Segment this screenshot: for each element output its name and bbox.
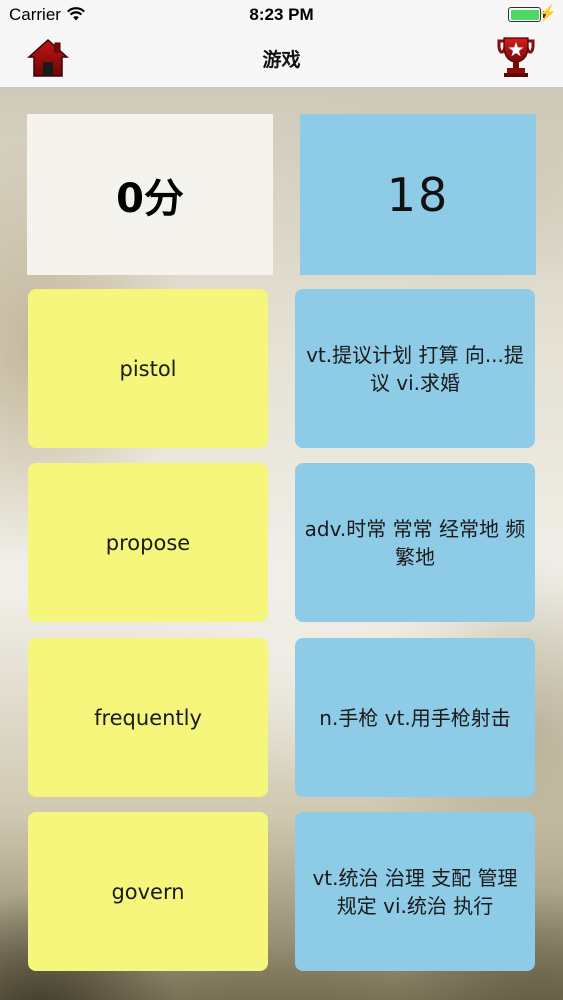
definition-text: n.手枪 vt.用手枪射击 xyxy=(319,705,511,730)
trophy-icon[interactable] xyxy=(495,35,537,79)
definition-card[interactable]: vt.统治 治理 支配 管理 规定 vi.统治 执行 xyxy=(295,812,535,971)
countdown-timer: 18 xyxy=(300,114,536,275)
charging-icon: ⚡ xyxy=(538,5,557,22)
score-display: 0分 xyxy=(27,114,273,275)
navigation-bar: 游戏 xyxy=(0,30,563,88)
word-card[interactable]: govern xyxy=(28,812,268,971)
timer-value: 18 xyxy=(386,167,450,222)
battery-full-icon xyxy=(508,7,541,22)
clock: 8:23 PM xyxy=(249,5,314,24)
word-label: pistol xyxy=(119,356,177,381)
word-card[interactable]: propose xyxy=(28,463,268,622)
score-value: 0分 xyxy=(116,175,184,222)
word-label: govern xyxy=(111,879,185,904)
definition-text: vt.统治 治理 支配 管理 规定 vi.统治 执行 xyxy=(312,865,518,918)
word-card[interactable]: pistol xyxy=(28,289,268,448)
definition-text: adv.时常 常常 经常地 频繁地 xyxy=(304,516,526,569)
page-title: 游戏 xyxy=(262,49,301,71)
definition-card[interactable]: vt.提议计划 打算 向...提议 vi.求婚 xyxy=(295,289,535,448)
word-card[interactable]: frequently xyxy=(28,638,268,797)
word-label: propose xyxy=(105,530,191,555)
definition-card[interactable]: n.手枪 vt.用手枪射击 xyxy=(295,638,535,797)
definition-card[interactable]: adv.时常 常常 经常地 频繁地 xyxy=(295,463,535,622)
definition-text: vt.提议计划 打算 向...提议 vi.求婚 xyxy=(306,342,524,395)
status-bar: Carrier 8:23 PM ⚡ xyxy=(0,0,563,30)
word-label: frequently xyxy=(94,705,202,730)
